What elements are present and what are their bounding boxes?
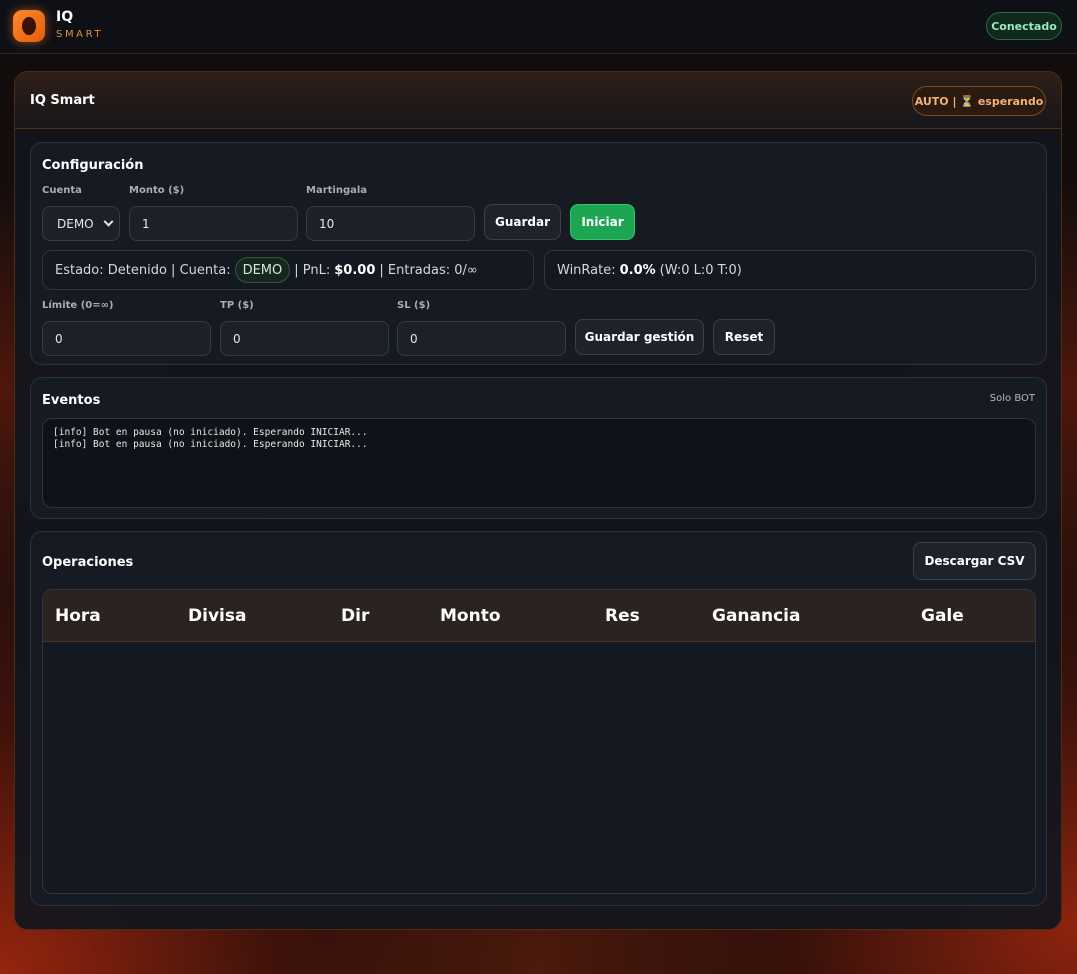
solo-bot-filter[interactable]: Solo BOT xyxy=(990,393,1035,404)
table-header: Hora Divisa Dir Monto Res Ganancia Gale xyxy=(43,590,1035,642)
reset-button[interactable]: Reset xyxy=(713,319,775,355)
winrate-summary: WinRate: 0.0% (W:0 L:0 T:0) xyxy=(544,250,1036,290)
brand-subtitle: SMART xyxy=(56,29,104,40)
pnl-value: $0.00 xyxy=(334,262,376,278)
pnl-prefix: | PnL: xyxy=(294,262,331,278)
status-text: Estado: Detenido | Cuenta: xyxy=(55,262,231,278)
column-header-hora: Hora xyxy=(55,606,101,626)
main-panel: IQ Smart AUTO | ⏳ esperando Configuració… xyxy=(14,71,1062,930)
column-header-divisa: Divisa xyxy=(188,606,247,626)
column-header-monto: Monto xyxy=(440,606,501,626)
limit-input[interactable]: 0 xyxy=(42,321,211,356)
column-header-gale: Gale xyxy=(921,606,964,626)
operations-table: Hora Divisa Dir Monto Res Ganancia Gale xyxy=(42,589,1036,894)
operations-card: Operaciones Descargar CSV Hora Divisa Di… xyxy=(30,531,1047,906)
brand-title: IQ xyxy=(56,9,74,25)
tp-label: TP ($) xyxy=(220,300,254,311)
config-title: Configuración xyxy=(42,158,144,173)
account-label: Cuenta xyxy=(42,185,82,196)
martingale-input[interactable]: 10 xyxy=(306,206,475,241)
amount-input[interactable]: 1 xyxy=(129,206,298,241)
column-header-ganancia: Ganancia xyxy=(712,606,801,626)
entries-text: | Entradas: 0/∞ xyxy=(379,262,478,278)
martingale-label: Martingala xyxy=(306,185,368,196)
connection-status-badge: Conectado xyxy=(986,12,1062,40)
events-title: Eventos xyxy=(42,393,101,408)
account-pill: DEMO xyxy=(234,257,291,283)
amount-label: Monto ($) xyxy=(129,185,185,196)
winrate-prefix: WinRate: xyxy=(557,262,616,278)
column-header-dir: Dir xyxy=(341,606,370,626)
event-log: [info] Bot en pausa (no iniciado). Esper… xyxy=(42,418,1036,508)
chevron-down-icon xyxy=(103,216,114,227)
log-line: [info] Bot en pausa (no iniciado). Esper… xyxy=(53,439,368,450)
account-select-value: DEMO xyxy=(57,216,94,231)
tp-input[interactable]: 0 xyxy=(220,321,389,356)
logo-icon xyxy=(13,10,45,42)
winrate-value: 0.0% xyxy=(619,262,656,278)
download-csv-button[interactable]: Descargar CSV xyxy=(913,542,1036,580)
column-header-res: Res xyxy=(605,606,640,626)
limit-label: Límite (0=∞) xyxy=(42,300,114,311)
config-card: Configuración Cuenta Monto ($) Martingal… xyxy=(30,142,1047,365)
mode-status-badge: AUTO | ⏳ esperando xyxy=(912,86,1046,116)
panel-header: IQ Smart AUTO | ⏳ esperando xyxy=(15,72,1061,129)
status-summary: Estado: Detenido | Cuenta: DEMO | PnL: $… xyxy=(42,250,534,290)
sl-input[interactable]: 0 xyxy=(397,321,566,356)
save-button[interactable]: Guardar xyxy=(484,204,561,240)
operations-title: Operaciones xyxy=(42,555,134,570)
sl-label: SL ($) xyxy=(397,300,431,311)
account-select[interactable]: DEMO xyxy=(42,206,120,241)
winrate-detail: (W:0 L:0 T:0) xyxy=(659,262,742,278)
save-management-button[interactable]: Guardar gestión xyxy=(575,319,704,355)
top-bar: IQ SMART Conectado xyxy=(0,0,1077,54)
events-card: Eventos Solo BOT [info] Bot en pausa (no… xyxy=(30,377,1047,519)
panel-title: IQ Smart xyxy=(30,93,95,108)
start-button[interactable]: Iniciar xyxy=(570,204,635,240)
log-line: [info] Bot en pausa (no iniciado). Esper… xyxy=(53,427,368,438)
